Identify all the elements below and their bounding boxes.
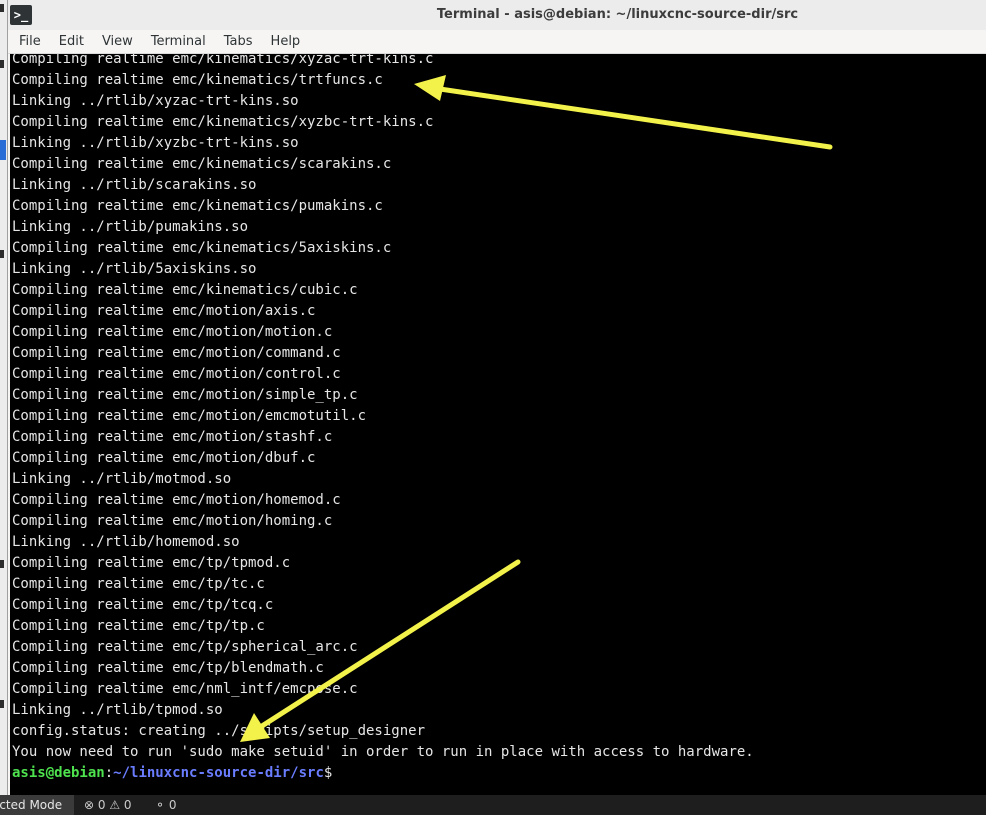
- title-bar[interactable]: >_ Terminal - asis@debian: ~/linuxcnc-so…: [8, 0, 986, 31]
- background-window-fragment: [0, 250, 4, 258]
- background-window-selection: [0, 140, 6, 160]
- terminal-line: Compiling realtime emc/tp/spherical_arc.…: [12, 639, 358, 655]
- terminal-line: Compiling realtime emc/tp/tc.c: [12, 576, 265, 592]
- menu-terminal[interactable]: Terminal: [141, 34, 214, 49]
- menu-help[interactable]: Help: [261, 34, 309, 49]
- menu-view[interactable]: View: [92, 34, 141, 49]
- restricted-mode-label: icted Mode: [0, 798, 63, 812]
- background-window-fragment: [0, 700, 4, 708]
- terminal-line: Compiling realtime emc/kinematics/xyzbc-…: [12, 114, 434, 130]
- terminal-window: >_ Terminal - asis@debian: ~/linuxcnc-so…: [7, 0, 986, 795]
- terminal-line: Linking ../rtlib/scarakins.so: [12, 177, 257, 193]
- window-title: Terminal - asis@debian: ~/linuxcnc-sourc…: [436, 7, 799, 22]
- restricted-mode-indicator[interactable]: icted Mode: [0, 795, 74, 815]
- terminal-line: Compiling realtime emc/motion/homemod.c: [12, 492, 341, 508]
- prompt-path: ~/linuxcnc-source-dir/src: [113, 765, 324, 781]
- terminal-line: Compiling realtime emc/motion/stashf.c: [12, 429, 333, 445]
- terminal-line: Compiling realtime emc/motion/motion.c: [12, 324, 333, 340]
- terminal-prompt-line: asis@debian:~/linuxcnc-source-dir/src$: [12, 763, 754, 784]
- menu-file[interactable]: File: [8, 34, 49, 49]
- terminal-line: Compiling realtime emc/tp/tcq.c: [12, 597, 274, 613]
- terminal-line: Linking ../rtlib/homemod.so: [12, 534, 240, 550]
- terminal-line: Compiling realtime emc/motion/simple_tp.…: [12, 387, 358, 403]
- terminal-line: Compiling realtime emc/motion/homing.c: [12, 513, 333, 529]
- terminal-line: Linking ../rtlib/xyzbc-trt-kins.so: [12, 135, 299, 151]
- prompt-symbol: $: [323, 765, 333, 781]
- terminal-line: Compiling realtime emc/kinematics/scarak…: [12, 156, 392, 172]
- terminal-output: Compiling realtime emc/kinematics/xyzac-…: [12, 54, 754, 784]
- terminal-line: Linking ../rtlib/motmod.so: [12, 471, 232, 487]
- terminal-line: Linking ../rtlib/tpmod.so: [12, 702, 223, 718]
- menu-tabs[interactable]: Tabs: [214, 34, 261, 49]
- terminal-line: Compiling realtime emc/motion/control.c: [12, 366, 341, 382]
- terminal-line: Compiling realtime emc/kinematics/trtfun…: [12, 72, 383, 88]
- terminal-line: Compiling realtime emc/nml_intf/emcpose.…: [12, 681, 358, 697]
- terminal-line: Compiling realtime emc/motion/emcmotutil…: [12, 408, 367, 424]
- background-window-fragment: [0, 60, 4, 68]
- terminal-line: Compiling realtime emc/kinematics/pumaki…: [12, 198, 383, 214]
- terminal-line: Linking ../rtlib/pumakins.so: [12, 219, 249, 235]
- terminal-line: Compiling realtime emc/motion/axis.c: [12, 303, 316, 319]
- terminal-line: Compiling realtime emc/motion/command.c: [12, 345, 341, 361]
- terminal-line: Compiling realtime emc/tp/tp.c: [12, 618, 265, 634]
- terminal-line: config.status: creating ../scripts/setup…: [12, 723, 426, 739]
- terminal-line: Compiling realtime emc/motion/dbuf.c: [12, 450, 316, 466]
- terminal-line: You now need to run 'sudo make setuid' i…: [12, 744, 754, 760]
- prompt-separator: :: [104, 765, 114, 781]
- problems-indicator[interactable]: ⊗ 0 ⚠ 0: [84, 795, 132, 815]
- terminal-line: Linking ../rtlib/5axiskins.so: [12, 261, 257, 277]
- terminal-line: Compiling realtime emc/tp/tpmod.c: [12, 555, 291, 571]
- terminal-line: Compiling realtime emc/kinematics/5axisk…: [12, 240, 392, 256]
- background-window-fragment: [0, 4, 4, 12]
- status-bar: icted Mode ⊗ 0 ⚠ 0 ⚬ 0: [0, 795, 986, 815]
- terminal-line: Compiling realtime emc/kinematics/xyzac-…: [12, 54, 434, 67]
- menu-bar: File Edit View Terminal Tabs Help: [8, 30, 986, 54]
- ports-indicator[interactable]: ⚬ 0: [155, 795, 177, 815]
- terminal-line: Compiling realtime emc/tp/blendmath.c: [12, 660, 324, 676]
- menu-edit[interactable]: Edit: [49, 34, 92, 49]
- background-window-fragment: [0, 560, 4, 568]
- terminal-line: Linking ../rtlib/xyzac-trt-kins.so: [12, 93, 299, 109]
- prompt-user-host: asis@debian: [12, 765, 105, 781]
- terminal-output-area[interactable]: Compiling realtime emc/kinematics/xyzac-…: [10, 54, 986, 795]
- terminal-line: Compiling realtime emc/kinematics/cubic.…: [12, 282, 358, 298]
